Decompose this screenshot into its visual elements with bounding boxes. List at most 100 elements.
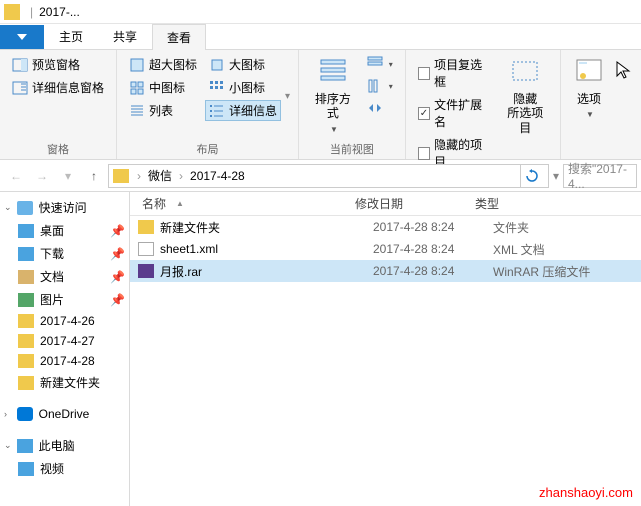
item-checkboxes-toggle[interactable]: 项目复选框: [414, 54, 495, 92]
preview-pane-button[interactable]: 预览窗格: [8, 54, 108, 75]
sidebar-item-downloads[interactable]: 下载 📌: [0, 242, 129, 265]
folder-icon: [18, 334, 34, 348]
small-icon: [209, 80, 225, 96]
file-date: 2017-4-28 8:24: [373, 242, 493, 256]
breadcrumb-segment[interactable]: 2017-4-28: [187, 169, 248, 183]
layout-medium[interactable]: 中图标: [125, 77, 201, 98]
preview-pane-icon: [12, 57, 28, 73]
documents-label: 文档: [40, 268, 64, 285]
back-button[interactable]: ←: [4, 164, 28, 188]
quick-access-label: 快速访问: [39, 199, 87, 216]
download-icon: [18, 247, 34, 261]
columns-icon: [367, 78, 383, 94]
layout-details[interactable]: 详细信息: [205, 100, 281, 121]
layout-expand-icon[interactable]: ▾: [285, 54, 290, 139]
sidebar-item-desktop[interactable]: 桌面 📌: [0, 219, 129, 242]
layout-small[interactable]: 小图标: [205, 77, 281, 98]
column-header-type[interactable]: 类型: [475, 195, 641, 212]
add-columns-button[interactable]: ▾: [363, 76, 397, 96]
file-extensions-toggle[interactable]: ✓ 文件扩展名: [414, 94, 495, 132]
pin-icon: 📌: [110, 224, 125, 238]
file-date: 2017-4-28 8:24: [373, 264, 493, 278]
tab-share[interactable]: 共享: [98, 23, 152, 49]
options-button[interactable]: 选项 ▼: [569, 54, 609, 157]
recent-locations-button[interactable]: ▾: [56, 164, 80, 188]
refresh-button[interactable]: [520, 164, 544, 188]
ribbon-group-options: 选项 ▼: [561, 50, 641, 159]
ribbon: 预览窗格 详细信息窗格 窗格 超大图标 中图标: [0, 50, 641, 160]
column-header-modified[interactable]: 修改日期: [355, 195, 475, 212]
ribbon-group-showhide: 项目复选框 ✓ 文件扩展名 隐藏的项目 隐藏所选项目 显示/隐藏: [406, 50, 561, 159]
sidebar-item-videos[interactable]: 视频: [0, 457, 129, 480]
folder-label: 2017-4-27: [40, 334, 95, 348]
chevron-right-icon[interactable]: ›: [175, 169, 187, 183]
folder-icon: [4, 4, 20, 20]
sidebar-item-quick-access[interactable]: ⌄ 快速访问: [0, 196, 129, 219]
sidebar-item-folder[interactable]: 新建文件夹: [0, 371, 129, 394]
layout-list[interactable]: 列表: [125, 100, 201, 121]
details-pane-label: 详细信息窗格: [32, 79, 104, 96]
chevron-down-icon: ▼: [330, 125, 338, 135]
downloads-label: 下载: [40, 245, 64, 262]
folder-icon: [18, 314, 34, 328]
folder-icon: [18, 354, 34, 368]
list-item[interactable]: sheet1.xml 2017-4-28 8:24 XML 文档: [130, 238, 641, 260]
titlebar-path: 2017-...: [39, 5, 80, 19]
video-icon: [18, 462, 34, 476]
options-icon: [573, 56, 605, 88]
pin-icon: 📌: [110, 270, 125, 284]
details-pane-button[interactable]: 详细信息窗格: [8, 77, 108, 98]
address-bar[interactable]: › 微信 › 2017-4-28: [108, 164, 549, 188]
checkbox-icon: [418, 67, 430, 80]
layout-extra-large[interactable]: 超大图标: [125, 54, 201, 75]
search-input[interactable]: 搜索"2017-4...: [563, 164, 637, 188]
sort-by-button[interactable]: 排序方式 ▼: [307, 54, 359, 139]
size-columns-button[interactable]: [363, 98, 397, 118]
file-type: XML 文档: [493, 241, 641, 258]
address-dropdown-icon[interactable]: ▾: [551, 169, 561, 183]
folder-icon: [138, 220, 154, 234]
hide-selected-button[interactable]: 隐藏所选项目: [498, 54, 552, 172]
layout-large-label: 大图标: [229, 56, 265, 73]
checkbox-icon: [418, 147, 430, 160]
expand-icon[interactable]: ⌄: [4, 202, 12, 213]
sidebar-item-folder[interactable]: 2017-4-28: [0, 351, 129, 371]
sidebar-item-folder[interactable]: 2017-4-26: [0, 311, 129, 331]
titlebar-separator: |: [30, 5, 33, 19]
file-menu-button[interactable]: [0, 25, 44, 49]
watermark: zhanshaoyi.com: [539, 485, 633, 500]
name-col-label: 名称: [142, 195, 166, 212]
sizecol-icon: [367, 100, 383, 116]
sidebar-item-documents[interactable]: 文档 📌: [0, 265, 129, 288]
list-item[interactable]: 新建文件夹 2017-4-28 8:24 文件夹: [130, 216, 641, 238]
details-pane-icon: [12, 80, 28, 96]
breadcrumb-segment[interactable]: 微信: [145, 167, 175, 184]
ribbon-group-currentview: 排序方式 ▼ ▾ ▾ 当前视图: [299, 50, 406, 159]
chevron-right-icon[interactable]: ›: [133, 169, 145, 183]
tab-view[interactable]: 查看: [152, 24, 206, 50]
sidebar-item-thispc[interactable]: ⌄ 此电脑: [0, 434, 129, 457]
layout-group-label: 布局: [125, 139, 290, 157]
sidebar-item-onedrive[interactable]: › OneDrive: [0, 404, 129, 424]
file-type: 文件夹: [493, 219, 641, 236]
pin-icon: 📌: [110, 247, 125, 261]
layout-large[interactable]: 大图标: [205, 54, 281, 75]
sidebar-item-pictures[interactable]: 图片📌: [0, 288, 129, 311]
up-button[interactable]: ↑: [82, 164, 106, 188]
chevron-down-icon: ▾: [389, 60, 393, 69]
folder-label: 新建文件夹: [40, 374, 100, 391]
file-name: 新建文件夹: [160, 219, 373, 236]
list-item[interactable]: 月报.rar 2017-4-28 8:24 WinRAR 压缩文件: [130, 260, 641, 282]
file-date: 2017-4-28 8:24: [373, 220, 493, 234]
currentview-group-label: 当前视图: [307, 139, 397, 157]
expand-icon[interactable]: ⌄: [4, 440, 12, 451]
sidebar-item-folder[interactable]: 2017-4-27: [0, 331, 129, 351]
expand-icon[interactable]: ›: [4, 409, 7, 419]
sort-by-label: 排序方式: [311, 92, 355, 121]
sort-asc-icon: ▲: [176, 199, 184, 208]
column-header-name[interactable]: 名称 ▲: [130, 195, 355, 212]
group-by-button[interactable]: ▾: [363, 54, 397, 74]
forward-button[interactable]: →: [30, 164, 54, 188]
desktop-label: 桌面: [40, 222, 64, 239]
tab-home[interactable]: 主页: [44, 23, 98, 49]
